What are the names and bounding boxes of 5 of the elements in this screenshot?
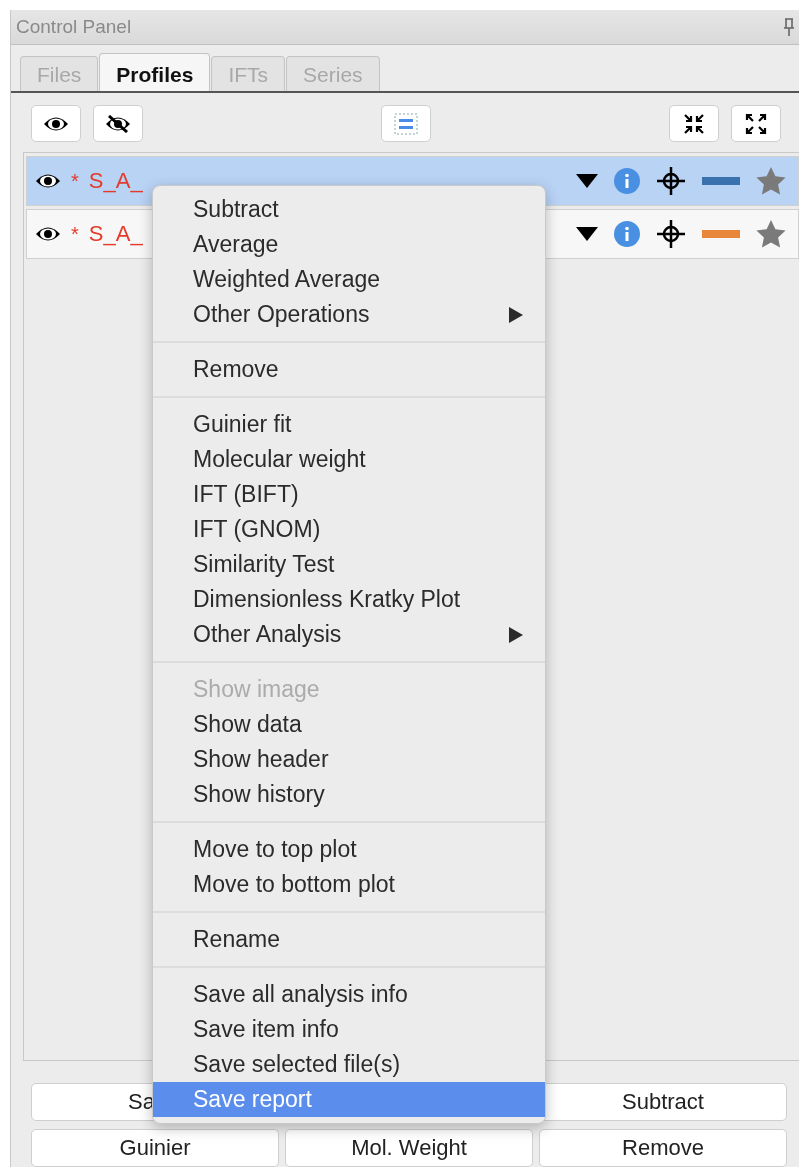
panel-title: Control Panel <box>16 16 132 38</box>
profile-name: S_A_ <box>88 168 143 194</box>
modified-marker: * <box>71 222 79 246</box>
modified-marker: * <box>71 169 79 193</box>
profile-name: S_A_ <box>88 221 143 247</box>
